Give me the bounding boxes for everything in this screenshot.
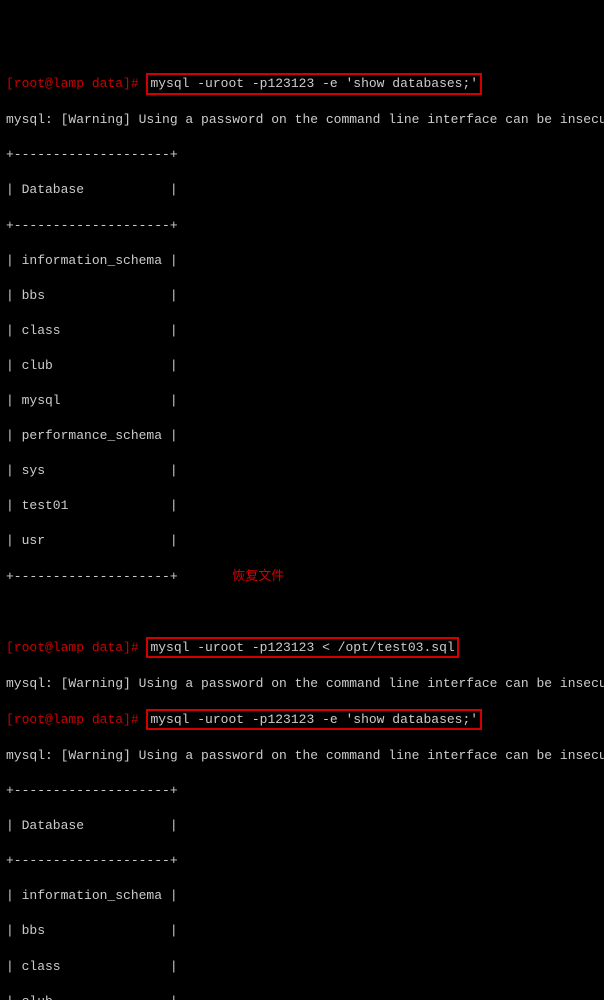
shell-prompt: [root@lamp data]# — [6, 640, 139, 655]
db-row: | bbs | — [6, 922, 598, 940]
hash — [139, 76, 147, 91]
mysql-warning: mysql: [Warning] Using a password on the… — [6, 111, 598, 129]
mysql-warning: mysql: [Warning] Using a password on the… — [6, 675, 598, 693]
highlighted-command-2: mysql -uroot -p123123 < /opt/test03.sql — [146, 637, 458, 659]
table-divider: +--------------------+ — [6, 852, 598, 870]
db-row: | usr | — [6, 532, 598, 550]
terminal-line: [root@lamp data]# mysql -uroot -p123123 … — [6, 74, 598, 94]
db-row: | sys | — [6, 462, 598, 480]
db-row: | bbs | — [6, 287, 598, 305]
db-row: | club | — [6, 357, 598, 375]
blank-line — [6, 603, 598, 621]
db-row: | information_schema | — [6, 252, 598, 270]
shell-prompt: [root@lamp data]# — [6, 712, 139, 727]
db-row: | information_schema | — [6, 887, 598, 905]
db-row: | mysql | — [6, 392, 598, 410]
table-header: | Database | — [6, 817, 598, 835]
shell-prompt: [root@lamp data]# — [6, 76, 139, 91]
table-header: | Database | — [6, 181, 598, 199]
db-row: | class | — [6, 958, 598, 976]
db-row: | class | — [6, 322, 598, 340]
mysql-warning: mysql: [Warning] Using a password on the… — [6, 747, 598, 765]
table-divider: +--------------------+ — [6, 782, 598, 800]
db-row: | club | — [6, 993, 598, 1000]
terminal-line: [root@lamp data]# mysql -uroot -p123123 … — [6, 638, 598, 658]
annotation-restore: 恢复文件 — [232, 569, 284, 584]
table-divider: +--------------------+ — [6, 146, 598, 164]
terminal-line: [root@lamp data]# mysql -uroot -p123123 … — [6, 710, 598, 730]
table-divider: +--------------------+ 恢复文件 — [6, 568, 598, 586]
highlighted-command-1: mysql -uroot -p123123 -e 'show databases… — [146, 73, 482, 95]
highlighted-command-3: mysql -uroot -p123123 -e 'show databases… — [146, 709, 482, 731]
db-row: | performance_schema | — [6, 427, 598, 445]
table-divider: +--------------------+ — [6, 217, 598, 235]
